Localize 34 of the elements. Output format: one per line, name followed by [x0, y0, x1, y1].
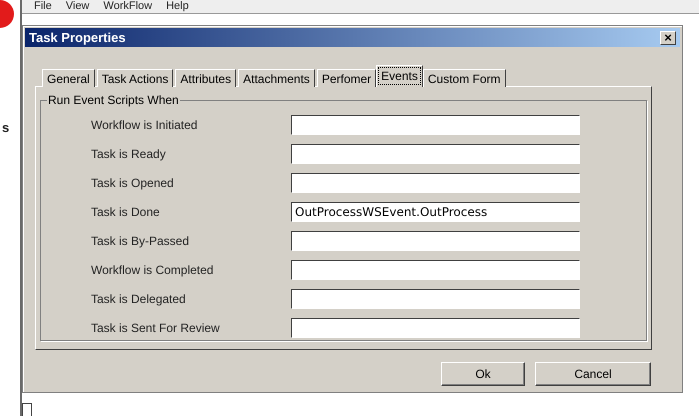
field-label: Task is Sent For Review: [91, 320, 221, 334]
field-label: Task is Done: [91, 204, 161, 218]
window-title: Task Properties: [29, 30, 126, 45]
tab[interactable]: Attributes: [175, 69, 236, 87]
input-field[interactable]: [291, 172, 580, 192]
close-button[interactable]: ×: [660, 30, 676, 44]
tab[interactable]: Task Actions: [96, 69, 174, 87]
tab[interactable]: Attachments: [238, 69, 315, 87]
menu-item[interactable]: Help: [166, 0, 189, 13]
input-field[interactable]: [291, 144, 580, 164]
side-text: s: [2, 120, 10, 135]
input-field[interactable]: [291, 318, 580, 338]
tab[interactable]: Custom Form: [422, 69, 506, 87]
ok-button[interactable]: Ok: [441, 362, 525, 386]
input-field[interactable]: [291, 288, 580, 308]
menu-item[interactable]: WorkFlow: [103, 0, 152, 13]
input-field[interactable]: [291, 260, 580, 280]
field-label: Workflow is Completed: [91, 262, 214, 276]
group-title: Run Event Scripts When: [47, 93, 180, 107]
field-label: Task is Delegated: [91, 292, 187, 306]
tab[interactable]: General: [42, 69, 95, 87]
tab[interactable]: Perfomer: [316, 69, 376, 87]
cancel-button[interactable]: Cancel: [535, 362, 651, 386]
input-field[interactable]: [291, 114, 580, 134]
input-field[interactable]: [291, 230, 580, 250]
field-label: Workflow is Initiated: [91, 118, 198, 132]
field-label: Task is Opened: [91, 176, 175, 190]
field-label: Task is By-Passed: [91, 234, 190, 248]
input-field[interactable]: OutProcessWSEvent.OutProcess: [291, 202, 580, 222]
panel-edge: [22, 403, 32, 416]
field-label: Task is Ready: [91, 146, 167, 160]
menu-item[interactable]: File: [34, 0, 52, 13]
menu-item[interactable]: View: [66, 0, 90, 13]
tab[interactable]: Events: [376, 65, 423, 87]
